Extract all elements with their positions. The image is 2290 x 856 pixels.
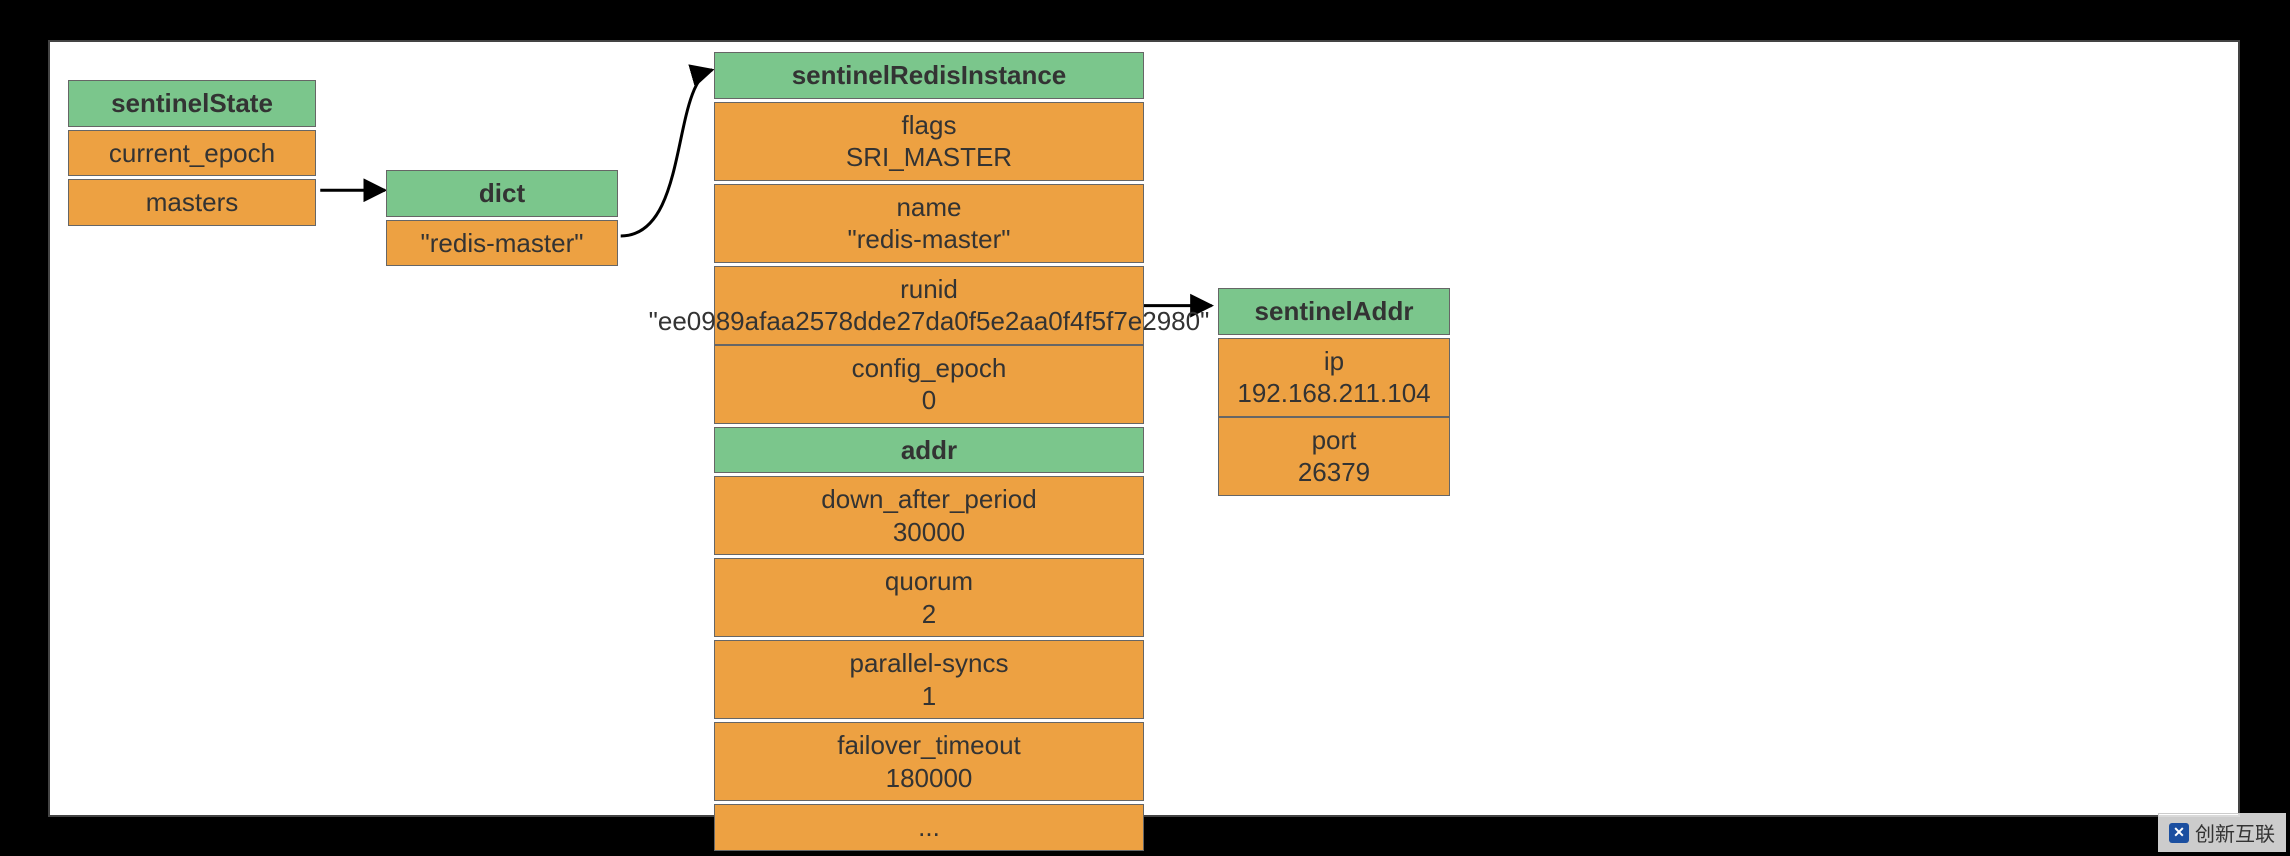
row-current-epoch: current_epoch xyxy=(68,130,316,177)
row-ip: ip 192.168.211.104 xyxy=(1218,338,1450,417)
row-port: port 26379 xyxy=(1218,417,1450,496)
label-failover-timeout: failover_timeout xyxy=(837,729,1021,762)
value-name: "redis-master" xyxy=(848,223,1011,256)
diagram-canvas: sentinelState current_epoch masters dict… xyxy=(48,40,2240,817)
label-ip: ip xyxy=(1324,345,1344,378)
value-runid: "ee0989afaa2578dde27da0f5e2aa0f4f5f7e298… xyxy=(649,305,1210,338)
row-flags: flags SRI_MASTER xyxy=(714,102,1144,181)
header-dict: dict xyxy=(386,170,618,217)
arrows-layer xyxy=(50,42,2238,815)
row-failover-timeout: failover_timeout 180000 xyxy=(714,722,1144,801)
node-sentinel-state: sentinelState current_epoch masters xyxy=(68,80,316,229)
label-name: name xyxy=(896,191,961,224)
header-instance: sentinelRedisInstance xyxy=(714,52,1144,99)
row-config-epoch: config_epoch 0 xyxy=(714,345,1144,424)
node-sentinel-redis-instance: sentinelRedisInstance flags SRI_MASTER n… xyxy=(714,52,1144,854)
label-flags: flags xyxy=(902,109,957,142)
watermark-text: 创新互联 xyxy=(2195,818,2275,847)
label-port: port xyxy=(1312,424,1357,457)
row-quorum: quorum 2 xyxy=(714,558,1144,637)
watermark: ✕ 创新互联 xyxy=(2158,813,2286,852)
label-down-after-period: down_after_period xyxy=(821,483,1036,516)
label-quorum: quorum xyxy=(885,565,973,598)
label-ellipsis: ... xyxy=(918,811,940,844)
label-runid: runid xyxy=(900,273,958,306)
value-port: 26379 xyxy=(1298,456,1370,489)
value-parallel-syncs: 1 xyxy=(922,680,936,713)
value-ip: 192.168.211.104 xyxy=(1237,377,1430,410)
row-dict-key: "redis-master" xyxy=(386,220,618,267)
header-sentinel-state: sentinelState xyxy=(68,80,316,127)
node-sentinel-addr: sentinelAddr ip 192.168.211.104 port 263… xyxy=(1218,288,1450,499)
value-failover-timeout: 180000 xyxy=(886,762,973,795)
label-parallel-syncs: parallel-syncs xyxy=(850,647,1009,680)
watermark-logo-icon: ✕ xyxy=(2169,823,2189,843)
value-flags: SRI_MASTER xyxy=(846,141,1012,174)
row-parallel-syncs: parallel-syncs 1 xyxy=(714,640,1144,719)
row-ellipsis: ... xyxy=(714,804,1144,851)
row-runid: runid "ee0989afaa2578dde27da0f5e2aa0f4f5… xyxy=(714,266,1144,345)
header-sentinel-addr: sentinelAddr xyxy=(1218,288,1450,335)
value-down-after-period: 30000 xyxy=(893,516,965,549)
row-masters: masters xyxy=(68,179,316,226)
row-name: name "redis-master" xyxy=(714,184,1144,263)
row-down-after-period: down_after_period 30000 xyxy=(714,476,1144,555)
value-quorum: 2 xyxy=(922,598,936,631)
value-config-epoch: 0 xyxy=(922,384,936,417)
label-config-epoch: config_epoch xyxy=(852,352,1007,385)
header-addr: addr xyxy=(714,427,1144,474)
node-dict: dict "redis-master" xyxy=(386,170,618,269)
